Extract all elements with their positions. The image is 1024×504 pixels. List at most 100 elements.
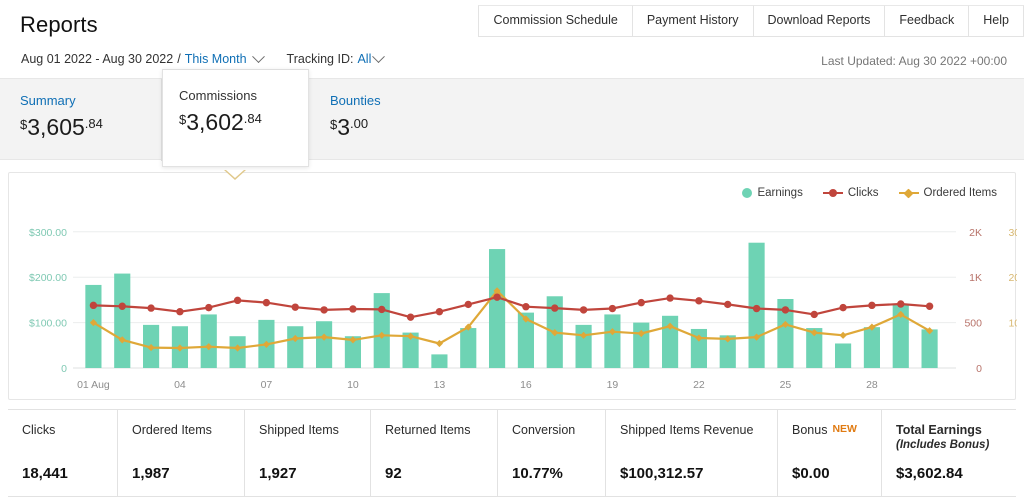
tab-commissions-value: $ 3,602 .84 bbox=[179, 111, 294, 134]
bar[interactable] bbox=[287, 326, 303, 368]
clicks-axis-tick: 1K bbox=[969, 272, 982, 284]
stat-column: Total Earnings(Includes Bonus)$3,602.84 bbox=[882, 410, 1016, 496]
data-point[interactable] bbox=[320, 306, 327, 313]
bar[interactable] bbox=[489, 249, 505, 368]
stat-column: Returned Items92 bbox=[371, 410, 498, 496]
tab-commissions[interactable]: Commissions $ 3,602 .84 bbox=[162, 69, 309, 167]
stat-value: 18,441 bbox=[22, 465, 68, 482]
ordered-items-axis-tick: 300 bbox=[1008, 227, 1017, 239]
data-point[interactable] bbox=[926, 303, 933, 310]
stat-value: $0.00 bbox=[792, 465, 830, 482]
data-point[interactable] bbox=[782, 306, 789, 313]
stat-column: Shipped Items Revenue$100,312.57 bbox=[606, 410, 778, 496]
data-point[interactable] bbox=[263, 299, 270, 306]
bar[interactable] bbox=[922, 329, 938, 368]
bar[interactable] bbox=[374, 293, 390, 368]
data-point[interactable] bbox=[407, 313, 414, 320]
bar[interactable] bbox=[835, 343, 851, 368]
bar[interactable] bbox=[114, 274, 130, 368]
x-axis-tick: 13 bbox=[434, 379, 446, 391]
data-point[interactable] bbox=[465, 301, 472, 308]
data-point[interactable] bbox=[176, 308, 183, 315]
nav-payment-history[interactable]: Payment History bbox=[632, 5, 753, 36]
data-point[interactable] bbox=[90, 302, 97, 309]
bar[interactable] bbox=[316, 321, 332, 368]
clicks-axis-tick: 0 bbox=[976, 363, 982, 375]
selected-tab-pointer-icon bbox=[224, 170, 246, 180]
data-point[interactable] bbox=[349, 305, 356, 312]
stat-value: 1,987 bbox=[132, 465, 170, 482]
tab-summary[interactable]: Summary $ 3,605 .84 bbox=[0, 79, 162, 161]
bar[interactable] bbox=[201, 314, 217, 368]
tab-bounties[interactable]: Bounties $ 3 .00 bbox=[310, 79, 470, 161]
data-point[interactable] bbox=[292, 303, 299, 310]
bar[interactable] bbox=[230, 336, 246, 368]
stat-column: Shipped Items1,927 bbox=[245, 410, 371, 496]
data-point[interactable] bbox=[897, 300, 904, 307]
chevron-down-icon[interactable] bbox=[373, 50, 386, 63]
line-ordered-items[interactable] bbox=[93, 291, 929, 348]
left-axis-tick: $200.00 bbox=[29, 272, 67, 284]
stat-column: Clicks18,441 bbox=[8, 410, 118, 496]
cents: .84 bbox=[85, 117, 103, 130]
page-header: Reports Aug 01 2022 - Aug 30 2022 / This… bbox=[0, 0, 1024, 78]
date-range-label: Aug 01 2022 - Aug 30 2022 bbox=[21, 52, 173, 66]
line-clicks[interactable] bbox=[93, 297, 929, 317]
data-point[interactable] bbox=[695, 297, 702, 304]
x-axis-tick: 01 Aug bbox=[77, 379, 110, 391]
data-point[interactable] bbox=[119, 303, 126, 310]
data-point[interactable] bbox=[205, 304, 212, 311]
tracking-id-group: Tracking ID: All bbox=[287, 52, 386, 66]
bar[interactable] bbox=[633, 323, 649, 368]
data-point[interactable] bbox=[666, 294, 673, 301]
currency-symbol: $ bbox=[330, 118, 337, 131]
stat-value: $3,602.84 bbox=[896, 465, 963, 482]
tab-commissions-label: Commissions bbox=[179, 88, 294, 103]
earnings-chart[interactable]: 0$100.00$200.00$300.0005001K2K0100200300… bbox=[9, 173, 1017, 401]
ordered-items-axis-tick: 100 bbox=[1008, 318, 1017, 330]
ordered-items-axis-tick: 200 bbox=[1008, 272, 1017, 284]
x-axis-tick: 10 bbox=[347, 379, 359, 391]
last-updated-text: Last Updated: Aug 30 2022 +00:00 bbox=[821, 54, 1007, 68]
data-point[interactable] bbox=[609, 305, 616, 312]
bar[interactable] bbox=[576, 325, 592, 368]
currency-symbol: $ bbox=[20, 118, 27, 131]
x-axis-tick: 07 bbox=[261, 379, 273, 391]
data-point[interactable] bbox=[551, 304, 558, 311]
data-point[interactable] bbox=[436, 308, 443, 315]
bar[interactable] bbox=[864, 327, 880, 368]
nav-commission-schedule[interactable]: Commission Schedule bbox=[478, 5, 631, 36]
tracking-id-value[interactable]: All bbox=[357, 52, 371, 66]
data-point[interactable] bbox=[839, 332, 846, 339]
bar[interactable] bbox=[604, 314, 620, 368]
nav-feedback[interactable]: Feedback bbox=[884, 5, 968, 36]
data-point[interactable] bbox=[147, 304, 154, 311]
bar[interactable] bbox=[460, 328, 476, 368]
new-badge: NEW bbox=[832, 423, 857, 435]
period-link[interactable]: This Month bbox=[185, 52, 247, 66]
stat-column: Conversion10.77% bbox=[498, 410, 606, 496]
data-point[interactable] bbox=[580, 306, 587, 313]
x-axis-tick: 25 bbox=[780, 379, 792, 391]
nav-help[interactable]: Help bbox=[968, 5, 1024, 36]
data-point[interactable] bbox=[493, 293, 500, 300]
cents: .00 bbox=[350, 117, 368, 130]
separator: / bbox=[177, 52, 180, 66]
nav-download-reports[interactable]: Download Reports bbox=[753, 5, 885, 36]
data-point[interactable] bbox=[234, 297, 241, 304]
data-point[interactable] bbox=[522, 303, 529, 310]
chevron-down-icon[interactable] bbox=[252, 50, 265, 63]
data-point[interactable] bbox=[753, 305, 760, 312]
stat-label: Total Earnings bbox=[896, 423, 1016, 439]
currency-symbol: $ bbox=[179, 113, 186, 126]
data-point[interactable] bbox=[724, 301, 731, 308]
data-point[interactable] bbox=[378, 306, 385, 313]
x-axis-tick: 16 bbox=[520, 379, 532, 391]
stat-label: Conversion bbox=[512, 423, 605, 439]
data-point[interactable] bbox=[638, 299, 645, 306]
data-point[interactable] bbox=[839, 304, 846, 311]
bar[interactable] bbox=[431, 354, 447, 368]
data-point[interactable] bbox=[811, 311, 818, 318]
x-axis-tick: 19 bbox=[607, 379, 619, 391]
data-point[interactable] bbox=[868, 302, 875, 309]
